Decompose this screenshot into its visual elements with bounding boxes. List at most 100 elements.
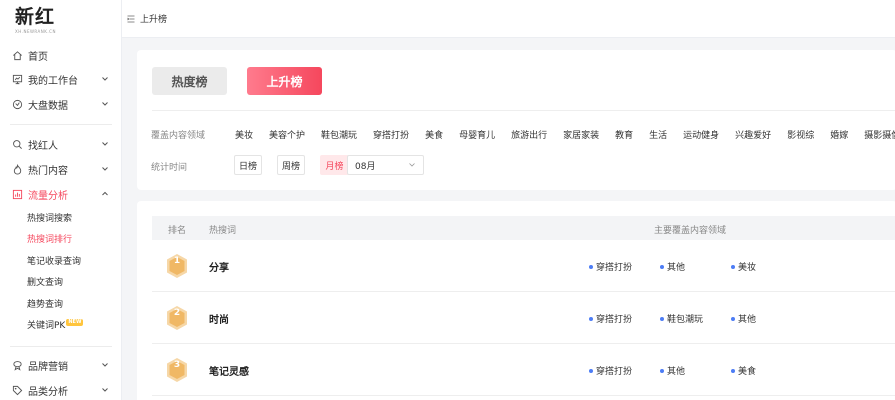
table-header: 排名 热搜词 主要覆盖内容领域 — [152, 216, 895, 240]
table-row[interactable]: 1 分享 穿搭打扮 其他 美妆 — [152, 240, 895, 292]
category-option[interactable]: 婚嫁 — [830, 128, 848, 141]
rank-number: 2 — [173, 308, 181, 318]
category-option[interactable]: 美容个护 — [269, 128, 305, 141]
sidebar-item-brand-marketing[interactable]: 品牌营销 — [0, 355, 122, 375]
filter-card: 热度榜 上升榜 覆盖内容领域 美妆 美容个护 鞋包潮玩 穿搭打扮 美食 母婴育儿… — [137, 50, 895, 190]
month-select[interactable]: 08月 — [347, 155, 424, 175]
dashboard-icon — [10, 97, 24, 111]
category-option[interactable]: 生活 — [649, 128, 667, 141]
sidebar-subitem-keyword-pk[interactable]: 关键词PK NEW — [27, 319, 84, 333]
tag-dot — [589, 316, 593, 321]
flame-icon — [10, 162, 24, 176]
tag-dot — [589, 264, 593, 269]
ranking-table-card: 排名 热搜词 主要覆盖内容领域 1 分享 穿搭打扮 其他 美妆 2 时尚 穿搭打… — [137, 201, 895, 400]
domain-tag: 鞋包潮玩 — [660, 312, 703, 325]
sidebar-item-label: 我的工作台 — [28, 75, 78, 87]
domain-tag: 其他 — [660, 364, 685, 377]
category-option[interactable]: 影视综 — [787, 128, 814, 141]
sidebar-item-workbench[interactable]: 我的工作台 — [0, 69, 122, 89]
chevron-down-icon — [102, 167, 108, 171]
sidebar-divider — [10, 346, 112, 347]
tag-dot — [660, 368, 664, 373]
sidebar-item-home[interactable]: 首页 — [0, 45, 122, 65]
category-filter-list: 美妆 美容个护 鞋包潮玩 穿搭打扮 美食 母婴育儿 旅游出行 家居家装 教育 生… — [235, 128, 895, 141]
sidebar-subitem-deleted-note[interactable]: 删文查询 — [27, 276, 63, 290]
tag-dot — [589, 368, 593, 373]
category-option[interactable]: 摄影摄像 — [864, 128, 895, 141]
sidebar-item-label: 找红人 — [28, 140, 58, 152]
chevron-up-icon — [102, 191, 108, 196]
category-option[interactable]: 美妆 — [235, 128, 253, 141]
domain-tag: 穿搭打扮 — [589, 364, 632, 377]
sidebar-subitem-trend[interactable]: 趋势查询 — [27, 298, 63, 312]
time-filter-label: 统计时间 — [151, 163, 188, 173]
sidebar-item-dashboard[interactable]: 大盘数据 — [0, 94, 122, 114]
logo[interactable]: 新红 XH.NEWRANK.CN — [15, 6, 56, 34]
chevron-down-icon — [102, 142, 108, 146]
chevron-down-icon — [102, 77, 108, 81]
sidebar-item-find-influencer[interactable]: 找红人 — [0, 134, 122, 154]
weekly-ranking-button[interactable]: 周榜 — [277, 155, 305, 175]
sidebar-item-category-analysis[interactable]: 品类分析 — [0, 380, 122, 400]
tag-icon — [10, 383, 24, 397]
home-icon — [10, 48, 24, 62]
sidebar-item-label: 品牌营销 — [28, 361, 68, 373]
domain-tag: 其他 — [660, 260, 685, 273]
logo-subtext: XH.NEWRANK.CN — [15, 29, 56, 34]
tag-dot — [660, 264, 664, 269]
column-header-domain: 主要覆盖内容领域 — [654, 226, 727, 236]
chevron-down-icon — [102, 102, 108, 106]
category-option[interactable]: 家居家装 — [563, 128, 599, 141]
sidebar-item-label: 大盘数据 — [28, 100, 68, 112]
sidebar-item-hot-content[interactable]: 热门内容 — [0, 159, 122, 179]
sidebar: 新红 XH.NEWRANK.CN 首页 我的工作台 大盘数据 找红人 热门内容 … — [0, 0, 122, 400]
category-option[interactable]: 美食 — [425, 128, 443, 141]
column-header-term: 热搜词 — [209, 226, 237, 236]
category-option[interactable]: 运动健身 — [683, 128, 719, 141]
category-option[interactable]: 旅游出行 — [511, 128, 547, 141]
hot-term[interactable]: 分享 — [209, 259, 229, 274]
domain-tag: 穿搭打扮 — [589, 260, 632, 273]
category-option[interactable]: 教育 — [615, 128, 633, 141]
hot-term[interactable]: 时尚 — [209, 311, 229, 326]
topbar: 上升榜 — [122, 0, 895, 38]
monthly-ranking-button[interactable]: 月榜 — [320, 155, 349, 175]
brand-icon — [10, 358, 24, 372]
domain-tag: 其他 — [731, 312, 756, 325]
breadcrumb: 上升榜 — [140, 15, 168, 25]
sidebar-item-traffic-analysis[interactable]: 流量分析 — [0, 184, 122, 204]
domain-tag: 穿搭打扮 — [589, 312, 632, 325]
sidebar-divider — [10, 124, 112, 125]
sidebar-subitem-hot-ranking[interactable]: 热搜词排行 — [27, 233, 72, 247]
hot-term[interactable]: 笔记灵感 — [209, 363, 249, 378]
filter-divider — [152, 110, 895, 111]
domain-tag: 美食 — [731, 364, 756, 377]
table-row[interactable]: 2 时尚 穿搭打扮 鞋包潮玩 其他 — [152, 292, 895, 344]
category-option[interactable]: 鞋包潮玩 — [321, 128, 357, 141]
category-option[interactable]: 穿搭打扮 — [373, 128, 409, 141]
new-badge: NEW — [66, 319, 84, 326]
tab-heat-ranking[interactable]: 热度榜 — [152, 67, 227, 95]
sidebar-item-label: 流量分析 — [28, 190, 68, 202]
sidebar-item-label: 品类分析 — [28, 386, 68, 398]
rank-number: 3 — [173, 360, 181, 370]
tag-dot — [731, 316, 735, 321]
table-row[interactable]: 3 笔记灵感 穿搭打扮 其他 美食 — [152, 344, 895, 396]
sidebar-item-label: 首页 — [28, 51, 48, 63]
domain-tag: 美妆 — [731, 260, 756, 273]
category-option[interactable]: 母婴育儿 — [459, 128, 495, 141]
tag-dot — [660, 316, 664, 321]
search-icon — [10, 137, 24, 151]
logo-text: 新红 — [15, 6, 56, 28]
menu-fold-icon[interactable] — [127, 15, 135, 23]
sidebar-subitem-label: 关键词PK — [27, 321, 66, 331]
sidebar-subitem-hot-search[interactable]: 热搜词搜索 — [27, 212, 72, 226]
sidebar-subitem-note-index[interactable]: 笔记收录查询 — [27, 255, 81, 269]
chart-icon — [10, 187, 24, 201]
daily-ranking-button[interactable]: 日榜 — [234, 155, 262, 175]
tab-rise-ranking[interactable]: 上升榜 — [247, 67, 322, 95]
chevron-down-icon — [409, 163, 415, 167]
category-option[interactable]: 兴趣爱好 — [735, 128, 771, 141]
column-header-rank: 排名 — [168, 226, 187, 236]
rank-number: 1 — [173, 256, 181, 266]
